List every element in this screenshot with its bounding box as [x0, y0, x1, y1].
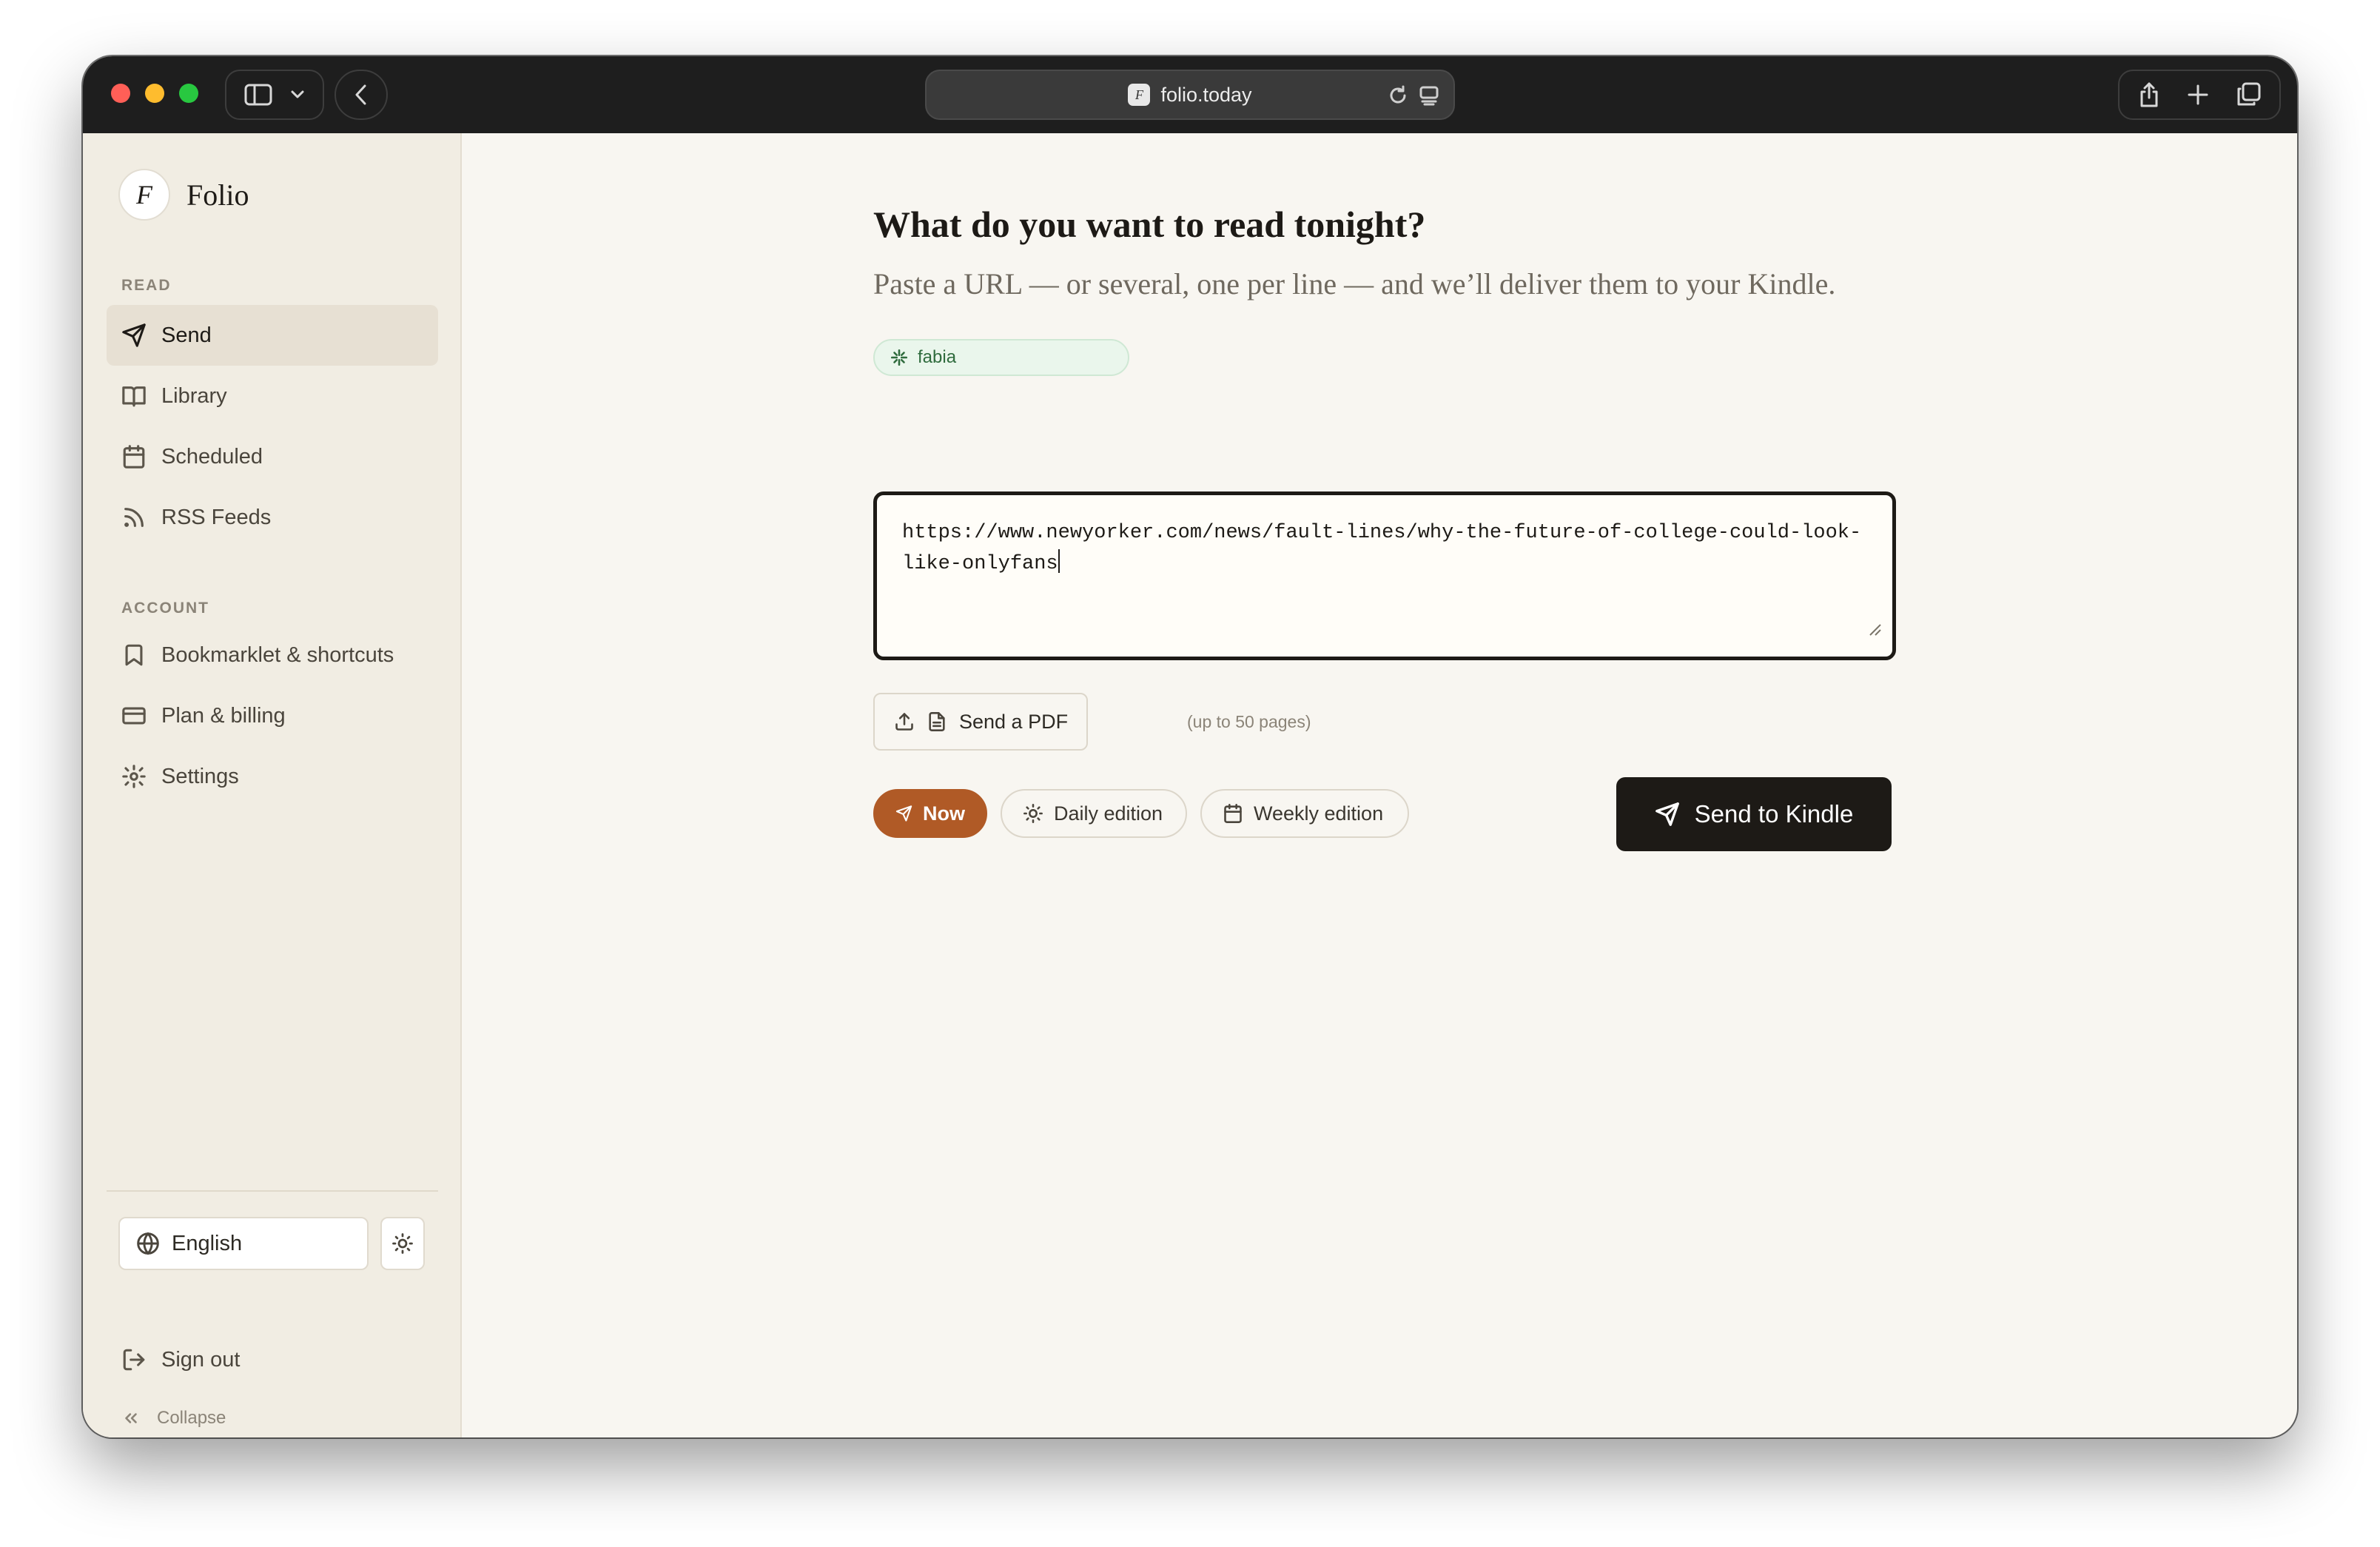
bookmark-icon — [125, 644, 143, 666]
sidebar-item-label: Library — [161, 383, 227, 408]
resize-handle[interactable] — [1867, 617, 1882, 648]
globe-icon — [137, 1232, 159, 1255]
main-content: What do you want to read tonight? Paste … — [463, 133, 2297, 1437]
chevron-down-icon — [291, 90, 304, 98]
sidebar-item-label: Send — [161, 323, 212, 347]
new-tab-icon[interactable] — [2187, 84, 2209, 106]
minimize-window-button[interactable] — [145, 84, 164, 103]
site-favicon: F — [1128, 84, 1151, 106]
credit-card-icon — [122, 707, 146, 725]
collapse-sidebar-button[interactable]: Collapse — [121, 1408, 226, 1429]
section-label-account: ACCOUNT — [121, 600, 209, 617]
sign-out-label: Sign out — [161, 1347, 241, 1372]
sidebar-item-label: Bookmarklet & shortcuts — [161, 642, 394, 667]
send-icon — [1655, 802, 1679, 826]
sidebar: F Folio READ Send Library Scheduled RSS … — [83, 133, 462, 1437]
url-input[interactable]: https://www.newyorker.com/news/fault-lin… — [873, 491, 1896, 660]
sidebar-item-label: Settings — [161, 764, 239, 788]
sidebar-item-label: Scheduled — [161, 444, 263, 469]
log-out-icon — [123, 1349, 145, 1371]
gear-icon — [122, 765, 146, 788]
pdf-hint: (up to 50 pages) — [1187, 712, 1311, 731]
close-window-button[interactable] — [111, 84, 130, 103]
text-caret — [1058, 549, 1060, 573]
address-bar[interactable]: F folio.today — [925, 70, 1455, 120]
calendar-icon — [1224, 804, 1242, 823]
sidebar-item-send[interactable]: Send — [107, 305, 438, 366]
sidebar-item-library[interactable]: Library — [107, 366, 438, 426]
section-label-read: READ — [121, 277, 172, 294]
upload-icon — [895, 713, 913, 731]
sign-out-button[interactable]: Sign out — [107, 1329, 438, 1390]
send-pdf-button[interactable]: Send a PDF — [873, 693, 1088, 751]
sidebar-item-label: Plan & billing — [161, 703, 286, 728]
schedule-weekly-button[interactable]: Weekly edition — [1200, 789, 1409, 838]
back-button[interactable] — [335, 70, 388, 120]
schedule-now-button[interactable]: Now — [873, 789, 987, 838]
url-input-value: https://www.newyorker.com/news/fault-lin… — [902, 522, 1862, 575]
brand-logo: F — [118, 169, 170, 221]
user-chip-label: fabia — [918, 347, 957, 367]
send-pdf-label: Send a PDF — [959, 710, 1069, 733]
language-value: English — [172, 1231, 243, 1255]
sun-icon — [1023, 804, 1043, 823]
sidebar-item-rss-feeds[interactable]: RSS Feeds — [107, 487, 438, 548]
sidebar-item-scheduled[interactable]: Scheduled — [107, 426, 438, 487]
reload-icon[interactable] — [1387, 84, 1409, 107]
chevrons-left-icon — [125, 1413, 137, 1423]
schedule-now-label: Now — [923, 802, 965, 825]
sidebar-item-label: RSS Feeds — [161, 505, 272, 529]
theme-toggle-button[interactable] — [380, 1217, 425, 1270]
schedule-daily-label: Daily edition — [1054, 802, 1163, 825]
book-icon — [122, 386, 146, 407]
sparkle-icon — [890, 349, 908, 366]
schedule-daily-button[interactable]: Daily edition — [1001, 789, 1187, 838]
sun-icon — [392, 1233, 413, 1254]
sidebar-divider — [107, 1190, 438, 1192]
page-title: What do you want to read tonight? — [873, 204, 1426, 245]
rss-icon — [124, 508, 144, 527]
chevron-left-icon — [355, 84, 366, 105]
send-icon — [122, 323, 146, 347]
send-to-kindle-label: Send to Kindle — [1694, 800, 1854, 828]
address-url: folio.today — [1160, 83, 1252, 106]
brand-name: Folio — [186, 178, 249, 212]
send-icon — [895, 805, 912, 822]
tab-overview-icon[interactable] — [2236, 82, 2261, 107]
file-icon — [929, 712, 945, 731]
sidebar-toggle-button[interactable] — [225, 70, 324, 120]
zoom-window-button[interactable] — [179, 84, 198, 103]
page-subtitle: Paste a URL — or several, one per line —… — [873, 267, 1836, 301]
collapse-label: Collapse — [157, 1408, 226, 1428]
browser-toolbar: F folio.today — [83, 56, 2297, 133]
sidebar-item-plan-billing[interactable]: Plan & billing — [107, 685, 438, 746]
calendar-icon — [123, 445, 145, 469]
browser-window: F folio.today F Folio READ Send Library … — [83, 56, 2297, 1437]
schedule-weekly-label: Weekly edition — [1254, 802, 1384, 825]
language-select[interactable]: English — [118, 1217, 369, 1270]
sidebar-icon — [244, 84, 272, 106]
share-icon[interactable] — [2138, 81, 2160, 108]
brand[interactable]: F Folio — [118, 169, 249, 221]
user-chip: fabia — [873, 339, 1129, 376]
sidebar-item-settings[interactable]: Settings — [107, 746, 438, 807]
send-to-kindle-button[interactable]: Send to Kindle — [1616, 777, 1892, 851]
reader-mode-icon[interactable] — [1418, 84, 1440, 107]
browser-actions — [2118, 70, 2281, 120]
sidebar-item-bookmarklet[interactable]: Bookmarklet & shortcuts — [107, 625, 438, 685]
